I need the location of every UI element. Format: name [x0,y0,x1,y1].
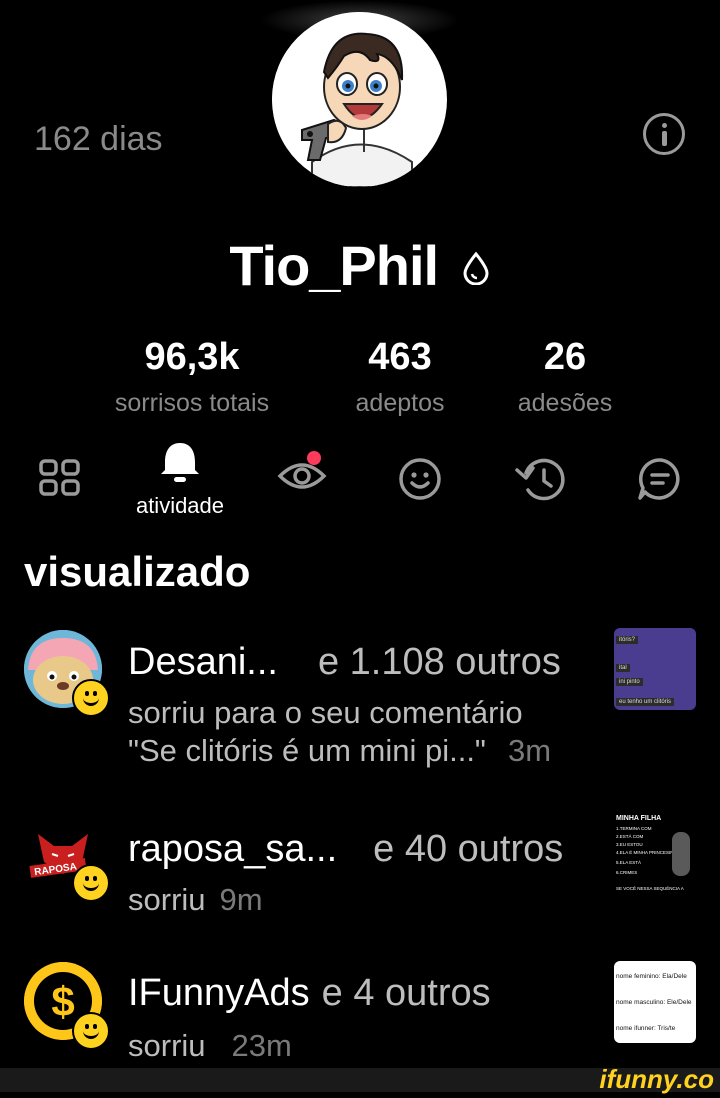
thumb-text: 1.TERMINA COM [616,826,652,831]
stat-smiles-value: 96,3k [144,336,240,378]
tab-smiles[interactable] [397,456,443,507]
smiley-icon [399,458,441,500]
notification-time: 23m [231,1028,292,1063]
stat-followers[interactable]: 463 adeptos [320,336,480,418]
notification-action-line: sorriu 23m [128,1028,292,1064]
stat-subscriptions-value: 26 [543,336,587,378]
smile-badge-icon [72,864,110,902]
smile-badge-icon [72,1012,110,1050]
thumb-text: nome masculino: Ele/Dele [616,999,692,1006]
thumb-text: ini pinto [616,678,643,686]
profile-avatar[interactable] [272,12,447,187]
thumb-text: ital [616,664,630,672]
smile-badge-icon [72,679,110,717]
tab-activity[interactable]: atividade [120,440,240,519]
eye-icon [277,451,327,489]
thumb-text: eu tenho um clitóris [616,698,675,706]
notification-time: 3m [507,733,552,768]
list-item[interactable]: RAPOSA raposa_sa... e 40 outros sorriu 9m … [0,812,720,952]
tab-grid[interactable] [38,458,82,503]
stat-subscriptions[interactable]: 26 adesões [490,336,640,418]
notification-action: sorriu para o seu comentário [128,695,523,730]
profile-username: Tio_Phil [0,228,720,298]
bell-icon [161,443,199,482]
thumb-text: nome feminino: Ela/Dele [616,973,687,980]
notification-others[interactable]: e 40 outros [373,828,563,870]
tab-viewed[interactable] [276,450,328,499]
notification-user[interactable]: raposa_sa... [128,828,337,870]
stat-followers-label: adeptos [355,389,445,417]
thumb-figure [672,832,690,876]
thumb-text: 3.EU ESTOU [616,842,643,847]
thumb-text: MINHA FILHA [616,815,662,822]
notification-quote: "Se clitóris é um mini pi..." [128,733,486,768]
svg-text:$: $ [51,978,74,1025]
thumb-text: SE VOCÊ NESSA SEQUÊNCIA A [616,886,684,891]
ifunny-watermark: ifunny.co [599,1064,714,1094]
grid-icon [39,459,80,496]
notification-title: raposa_sa... e 40 outros [128,828,563,871]
notification-user[interactable]: Desani... [128,641,278,683]
notification-action: sorriu [128,1028,206,1063]
tab-comments[interactable] [636,456,684,507]
list-item[interactable]: Desani... e 1.108 outros sorriu para o se… [0,625,720,768]
notification-time: 9m [219,882,263,917]
thumb-text: 2.ESTÁ COM [616,834,644,839]
days-counter: 162 dias [34,120,163,158]
info-icon[interactable] [643,113,685,155]
notification-quote-line: "Se clitóris é um mini pi..." 3m [128,733,551,769]
stat-subscriptions-label: adesões [517,389,613,417]
stat-smiles-label: sorrisos totais [114,389,270,417]
thumb-text: itóris? [616,636,639,644]
post-thumbnail[interactable]: itóris? ital ini pinto eu tenho um clitó… [614,628,696,710]
notification-action: sorriu [128,882,206,917]
stat-followers-value: 463 [368,336,432,378]
username-text: Tio_Phil [229,233,439,297]
thumb-text: 4.ELA É MINHA PRINCESINHA [616,850,680,855]
tab-activity-label: atividade [135,493,225,518]
section-title: visualizado [24,548,251,595]
post-thumbnail[interactable]: nome feminino: Ela/Dele nome masculino: … [614,961,696,1043]
thumb-text: nome ifunner: Tris/te [616,1025,676,1032]
notification-others[interactable]: e 4 outros [322,972,491,1014]
notification-title: Desani... e 1.108 outros [128,641,561,684]
chat-icon [638,458,680,500]
history-icon [515,458,565,501]
notification-title: IFunnyAds e 4 outros [128,972,491,1015]
post-thumbnail[interactable]: MINHA FILHA 1.TERMINA COM 2.ESTÁ COM 3.E… [614,814,696,896]
notification-user[interactable]: IFunnyAds [128,972,310,1014]
thumb-text: 5.ELA ESTÁ [616,860,642,865]
notification-others[interactable]: e 1.108 outros [318,641,561,683]
thumb-text: 6.CRIMES [616,870,638,875]
drop-icon [461,233,491,298]
stat-smiles[interactable]: 96,3k sorrisos totais [92,336,292,418]
tab-history[interactable] [514,456,566,507]
notification-action-line: sorriu 9m [128,882,263,918]
